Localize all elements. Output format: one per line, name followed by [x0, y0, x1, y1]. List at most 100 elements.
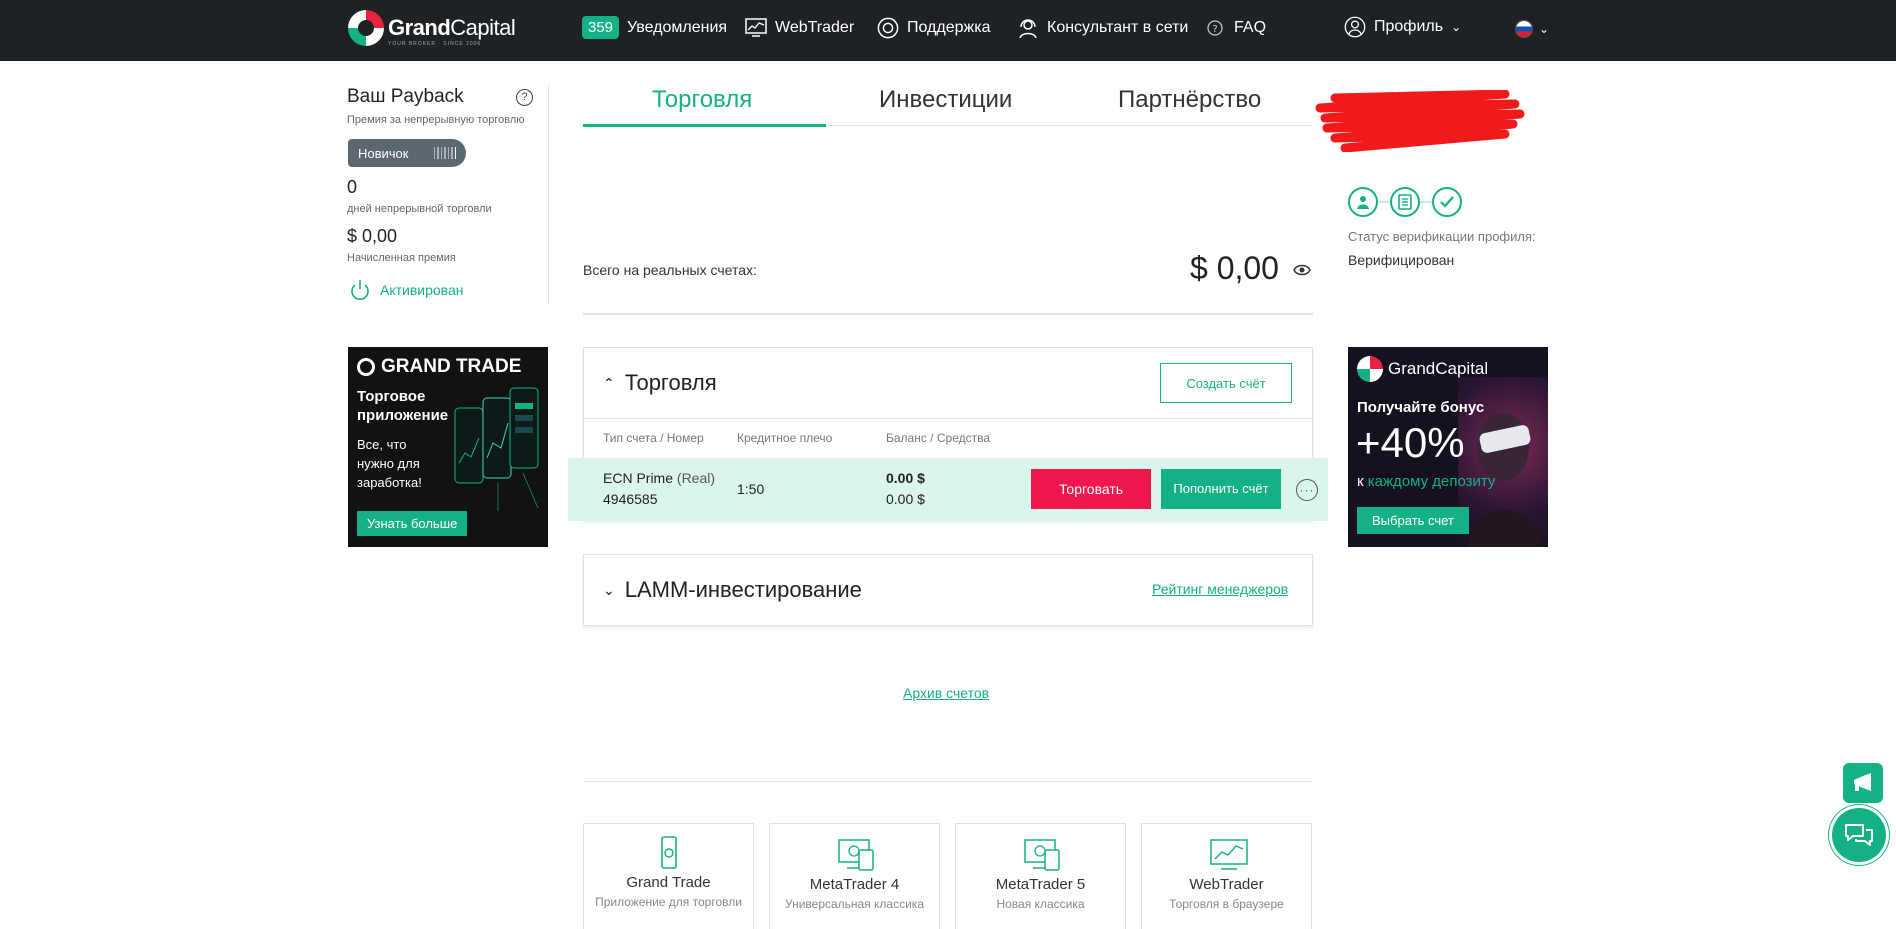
nav-consultant[interactable]: Консультант в сети — [1017, 17, 1188, 39]
monitor-dollar-icon — [1023, 838, 1060, 871]
nav-faq[interactable]: ? FAQ — [1204, 17, 1266, 39]
grand-trade-banner[interactable]: GRAND TRADE Торговое приложение Все, что… — [348, 347, 548, 547]
verification-value: Верифицирован — [1348, 252, 1455, 268]
trade-button[interactable]: Торговать — [1031, 469, 1151, 509]
column-header-account: Тип счета / Номер — [603, 431, 704, 445]
platform-title: MetaTrader 4 — [809, 876, 900, 893]
more-options-icon[interactable]: ··· — [1296, 479, 1318, 501]
nav-notifications-label: Уведомления — [627, 18, 728, 36]
user-icon — [1344, 16, 1366, 38]
chart-monitor-icon — [745, 17, 767, 39]
lamm-panel-header[interactable]: ⌄ LAMM-инвестирование — [603, 577, 862, 603]
banner-left-heading: Торговое приложение — [357, 388, 449, 424]
payback-status: Активирован — [350, 279, 463, 301]
active-tab-indicator — [583, 124, 826, 127]
svg-text:?: ? — [1212, 24, 1217, 35]
chat-button[interactable] — [1832, 808, 1886, 862]
nav-support-label: Поддержка — [907, 19, 991, 36]
platform-subtitle: Торговля в браузере — [1169, 897, 1284, 911]
section-divider — [583, 781, 1313, 782]
platform-subtitle: Универсальная классика — [784, 897, 924, 911]
checkmark-icon — [1432, 187, 1462, 217]
platform-title: Grand Trade — [626, 874, 711, 891]
chevron-down-icon: ⌄ — [603, 581, 615, 598]
nav-webtrader[interactable]: WebTrader — [745, 17, 854, 39]
trading-panel-title: Торговля — [624, 370, 717, 395]
notifications-badge: 359 — [582, 16, 620, 39]
total-amount: $ 0,00 — [1190, 250, 1279, 286]
tab-trading[interactable]: Торговля — [652, 86, 752, 114]
chat-bubbles-icon — [1845, 824, 1873, 846]
payback-title: Ваш Payback — [347, 86, 464, 107]
help-icon[interactable]: ? — [516, 89, 533, 106]
platform-title: MetaTrader 5 — [995, 876, 1086, 893]
banner-right-accent: каждому депозиту — [1367, 473, 1496, 490]
user-verified-icon — [1348, 187, 1378, 217]
managers-rating-link[interactable]: Рейтинг менеджеров — [1152, 581, 1288, 597]
payback-subtitle: Премия за непрерывную торговлю — [347, 114, 525, 126]
banner-right-percent: +40% — [1356, 419, 1465, 466]
chevron-down-icon: ⌄ — [1451, 20, 1462, 34]
logo-text-main: Grand — [388, 15, 451, 40]
platform-card-mt5[interactable]: MetaTrader 5 Новая классика — [955, 823, 1126, 929]
days-label: дней непрерывной торговли — [347, 203, 492, 215]
premium-value: $ 0,00 — [347, 226, 398, 246]
archive-link[interactable]: Архив счетов — [903, 685, 989, 701]
platform-card-webtrader[interactable]: WebTrader Торговля в браузере — [1141, 823, 1312, 929]
megaphone-icon — [1854, 773, 1871, 791]
account-equity: 0.00 $ — [886, 491, 925, 507]
premium-label: Начисленная премия — [347, 252, 456, 264]
column-divider — [548, 85, 549, 303]
redacted-scribble — [1315, 89, 1525, 153]
platform-card-mt4[interactable]: MetaTrader 4 Универсальная классика — [769, 823, 940, 929]
mobile-phone-icon — [651, 836, 687, 869]
section-divider — [583, 313, 1313, 315]
platform-card-grand-trade[interactable]: Grand Trade Приложение для торговли — [583, 823, 754, 929]
tab-partnership[interactable]: Партнёрство — [1118, 86, 1261, 114]
chart-monitor-icon — [1209, 838, 1248, 870]
nav-profile[interactable]: Профиль ⌄ — [1344, 16, 1461, 38]
account-number: 4946585 — [603, 491, 658, 507]
create-account-button[interactable]: Создать счёт — [1160, 363, 1292, 403]
grand-trade-logo-icon — [357, 358, 375, 376]
bonus-banner[interactable]: GrandCapital Получайте бонус +40% к кажд… — [1348, 347, 1548, 547]
column-header-leverage: Кредитное плечо — [737, 431, 833, 445]
nav-webtrader-label: WebTrader — [775, 19, 855, 36]
banner-left-text: Все, что нужно для заработка! — [357, 437, 422, 490]
language-selector[interactable]: ⌄ — [1515, 20, 1549, 38]
days-value: 0 — [347, 177, 358, 197]
column-header-balance: Баланс / Средства — [886, 431, 991, 445]
announcements-button[interactable] — [1843, 763, 1883, 803]
account-type: ECN Prime (Real) — [603, 470, 715, 486]
tab-investments[interactable]: Инвестиции — [879, 86, 1012, 114]
banner-right-prefix: к — [1357, 473, 1364, 490]
level-progress-icon — [433, 147, 456, 159]
lifebuoy-icon — [877, 17, 899, 39]
nav-faq-label: FAQ — [1234, 19, 1267, 36]
nav-support[interactable]: Поддержка — [877, 17, 990, 39]
power-icon — [351, 280, 369, 300]
nav-consultant-label: Консультант в сети — [1047, 19, 1189, 36]
account-mode: (Real) — [676, 470, 716, 486]
account-leverage: 1:50 — [737, 481, 765, 497]
monitor-dollar-icon — [837, 838, 874, 871]
grand-capital-logo[interactable]: GrandCapital YOUR BROKER · SINCE 2006 — [348, 10, 516, 47]
level-label: Новичок — [358, 145, 409, 161]
deposit-button[interactable]: Пополнить счёт — [1161, 469, 1281, 509]
eye-icon[interactable] — [1293, 263, 1311, 282]
banner-left-button[interactable]: Узнать больше — [357, 511, 468, 536]
nav-notifications[interactable]: 359 Уведомления — [582, 16, 727, 39]
verification-label: Статус верификации профиля: — [1348, 229, 1536, 244]
total-label: Всего на реальных счетах: — [583, 262, 757, 278]
lamm-panel-title: LAMM-инвестирование — [624, 577, 862, 602]
question-icon: ? — [1204, 17, 1226, 39]
logo-tagline: YOUR BROKER · SINCE 2006 — [388, 41, 482, 47]
chevron-up-icon: ⌃ — [603, 374, 615, 391]
document-verified-icon — [1390, 187, 1420, 217]
phones-illustration — [453, 383, 543, 513]
logo-mark-icon — [348, 10, 384, 46]
banner-right-button[interactable]: Выбрать счет — [1357, 507, 1469, 534]
trading-panel-header[interactable]: ⌃ Торговля — [603, 370, 717, 396]
russian-flag-icon — [1515, 20, 1533, 38]
banner-right-brand: GrandCapital — [1388, 359, 1489, 378]
